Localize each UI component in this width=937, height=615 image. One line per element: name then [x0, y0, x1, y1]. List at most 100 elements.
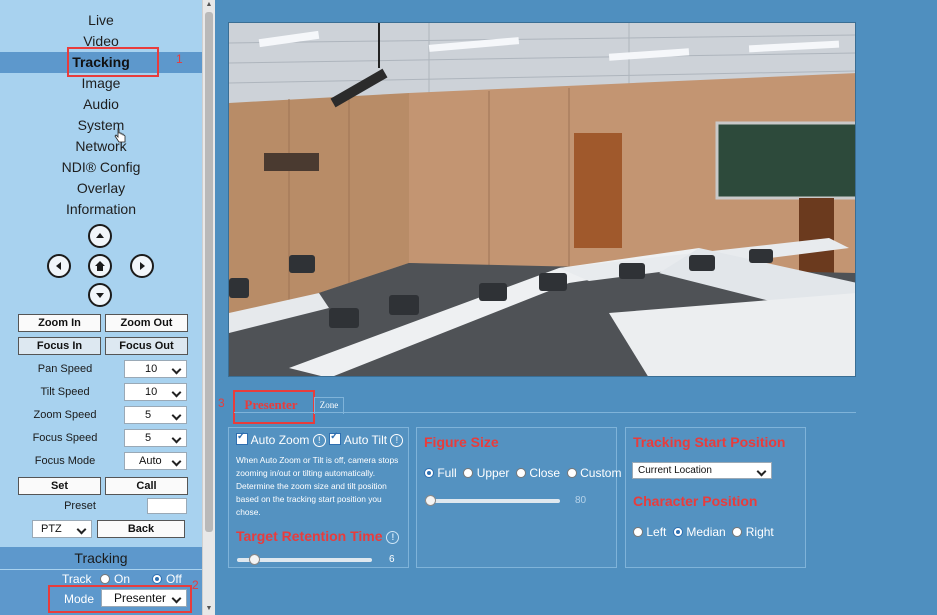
- tracking-start-select[interactable]: Current Location: [632, 462, 772, 479]
- figure-close-label: Close: [529, 466, 561, 480]
- home-button[interactable]: [88, 254, 112, 278]
- retention-time-title: Target Retention Time !: [236, 528, 400, 544]
- description-line: Determine the zoom size and tilt positio…: [236, 481, 387, 491]
- tab-presenter[interactable]: Presenter: [238, 397, 304, 413]
- pan-up-button[interactable]: [88, 224, 112, 248]
- pan-right-button[interactable]: [130, 254, 154, 278]
- zoom-in-button[interactable]: Zoom In: [18, 314, 101, 332]
- tilt-speed-label: Tilt Speed: [40, 386, 90, 398]
- sidebar: Live Video Tracking Image Audio System N…: [0, 0, 202, 615]
- focus-out-button[interactable]: Focus Out: [105, 337, 188, 355]
- figure-size-value: 80: [575, 495, 587, 506]
- figure-custom-radio[interactable]: [566, 468, 577, 478]
- character-position-title: Character Position: [633, 493, 758, 509]
- ptz-mode-select[interactable]: PTZ: [32, 520, 92, 538]
- figure-size-slider-knob[interactable]: [425, 495, 436, 506]
- scroll-up-icon[interactable]: ▲: [203, 0, 215, 10]
- set-preset-button[interactable]: Set: [18, 477, 101, 495]
- highlight-box-mode: [48, 585, 192, 613]
- scroll-down-icon[interactable]: ▼: [203, 604, 215, 614]
- arrow-right-icon: [140, 262, 145, 270]
- track-off-label: Off: [166, 572, 182, 586]
- video-preview: [228, 22, 856, 377]
- figure-close-radio[interactable]: [516, 468, 527, 478]
- description-line: zooming in/out or tilting automatically.: [236, 468, 376, 478]
- auto-tilt-info-icon[interactable]: !: [390, 434, 404, 447]
- retention-slider-knob[interactable]: [249, 554, 261, 565]
- retention-time-title-text: Target Retention Time: [236, 528, 383, 544]
- preset-label: Preset: [64, 500, 96, 512]
- sidebar-scrollbar[interactable]: ▲ ▼: [202, 0, 215, 615]
- position-median-label: Median: [686, 525, 726, 539]
- highlight-box-tracking: [67, 47, 159, 77]
- tab-divider: [234, 412, 856, 413]
- figure-full-radio[interactable]: [424, 468, 434, 478]
- figure-size-panel: Figure Size Full Upper Close Custom 80: [416, 427, 621, 568]
- tracking-start-panel: Tracking Start Position Current Location…: [625, 427, 806, 568]
- auto-zoom-panel: Auto Zoom ! Auto Tilt ! When Auto Zoom o…: [228, 427, 409, 568]
- description-line: When Auto Zoom or Tilt is off, camera st…: [236, 455, 399, 465]
- figure-upper-label: Upper: [476, 466, 510, 480]
- character-position-options: Left Median Right: [633, 525, 774, 539]
- focus-in-button[interactable]: Focus In: [18, 337, 101, 355]
- focus-speed-select[interactable]: 5: [124, 429, 187, 447]
- track-label: Track: [62, 572, 92, 586]
- position-median-radio[interactable]: [673, 527, 684, 537]
- focus-mode-label: Focus Mode: [34, 455, 96, 467]
- annotation-2: 2: [192, 578, 199, 592]
- auto-zoom-label: Auto Zoom: [250, 433, 310, 447]
- arrow-down-icon: [96, 293, 104, 298]
- auto-zoom-checkbox[interactable]: [236, 431, 248, 445]
- auto-tilt-label: Auto Tilt: [343, 433, 388, 447]
- classroom-scene-image: [229, 23, 855, 376]
- hand-cursor-icon: [114, 128, 126, 143]
- figure-size-options: Full Upper Close Custom: [424, 466, 621, 480]
- zoom-out-button[interactable]: Zoom Out: [105, 314, 188, 332]
- scrollbar-thumb[interactable]: [205, 12, 213, 532]
- pan-left-button[interactable]: [47, 254, 71, 278]
- nav-ndi-config[interactable]: NDI® Config: [0, 157, 202, 177]
- figure-custom-label: Custom: [580, 466, 622, 480]
- auto-tilt-checkbox[interactable]: [329, 431, 342, 445]
- nav-network[interactable]: Network: [0, 136, 202, 156]
- tracking-start-title: Tracking Start Position: [633, 434, 786, 450]
- track-on-radio[interactable]: [100, 574, 110, 584]
- auto-options-row: Auto Zoom ! Auto Tilt !: [236, 431, 404, 447]
- tilt-speed-select[interactable]: 10: [124, 383, 187, 401]
- arrow-up-icon: [96, 233, 104, 238]
- tracking-section-title: Tracking: [74, 550, 128, 566]
- pan-speed-label: Pan Speed: [37, 363, 93, 375]
- zoom-speed-label: Zoom Speed: [33, 409, 97, 421]
- nav-information[interactable]: Information: [0, 199, 202, 219]
- nav-overlay[interactable]: Overlay: [0, 178, 202, 198]
- retention-info-icon[interactable]: !: [386, 531, 400, 544]
- track-off-radio[interactable]: [152, 574, 162, 584]
- position-right-radio[interactable]: [732, 527, 743, 537]
- focus-mode-select[interactable]: Auto: [124, 452, 187, 470]
- nav-live[interactable]: Live: [0, 10, 202, 30]
- pan-down-button[interactable]: [88, 283, 112, 307]
- nav-audio[interactable]: Audio: [0, 94, 202, 114]
- zoom-speed-select[interactable]: 5: [124, 406, 187, 424]
- position-right-label: Right: [745, 525, 774, 539]
- preset-input[interactable]: [147, 498, 187, 514]
- nav-system[interactable]: System: [0, 115, 202, 135]
- figure-size-title: Figure Size: [424, 434, 499, 450]
- retention-value: 6: [389, 554, 395, 565]
- back-button[interactable]: Back: [97, 520, 185, 538]
- figure-upper-radio[interactable]: [463, 468, 474, 478]
- auto-zoom-info-icon[interactable]: !: [312, 434, 326, 447]
- pan-speed-select[interactable]: 10: [124, 360, 187, 378]
- position-left-radio[interactable]: [633, 527, 643, 537]
- annotation-1: 1: [176, 52, 183, 66]
- call-preset-button[interactable]: Call: [105, 477, 188, 495]
- annotation-3: 3: [218, 396, 225, 410]
- track-on-label: On: [114, 572, 131, 586]
- figure-size-slider-track[interactable]: [425, 499, 560, 503]
- focus-speed-label: Focus Speed: [32, 432, 98, 444]
- tracking-section-header: Tracking: [0, 547, 202, 569]
- description-line: chose.: [236, 507, 261, 517]
- auto-zoom-description: When Auto Zoom or Tilt is off, camera st…: [236, 454, 408, 519]
- home-icon: [95, 261, 105, 271]
- figure-full-label: Full: [437, 466, 457, 480]
